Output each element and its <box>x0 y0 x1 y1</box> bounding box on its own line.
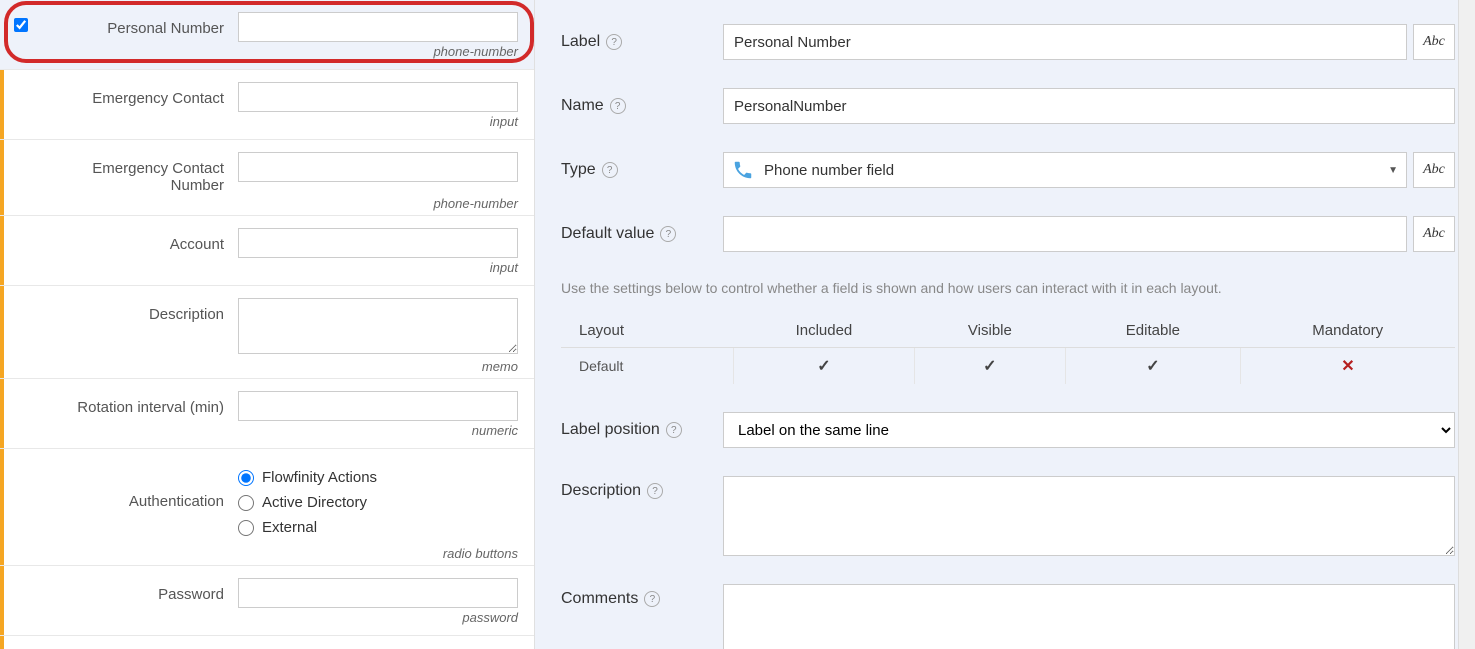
field-label: Personal Number <box>38 12 238 37</box>
radio-label: Active Directory <box>262 494 367 511</box>
field-row[interactable]: Rotation interval (min) numeric <box>0 379 534 449</box>
form-fields-panel: Personal Numberphone-numberEmergency Con… <box>0 0 535 649</box>
field-label: Emergency Contact Number <box>38 152 238 194</box>
radio-label: External <box>262 519 317 536</box>
field-input[interactable] <box>238 228 518 258</box>
help-icon[interactable]: ? <box>644 591 660 607</box>
prop-row-name: Name ? <box>561 88 1455 124</box>
label-input[interactable] <box>723 24 1407 60</box>
help-icon[interactable]: ? <box>602 162 618 178</box>
phone-icon <box>732 159 754 181</box>
abc-button[interactable]: Abc <box>1413 24 1455 60</box>
abc-button[interactable]: Abc <box>1413 152 1455 188</box>
radio-option[interactable]: Flowfinity Actions <box>238 465 518 490</box>
prop-row-comments: Comments ? <box>561 584 1455 649</box>
help-icon[interactable]: ? <box>666 422 682 438</box>
field-row[interactable]: Password password <box>0 566 534 636</box>
prop-row-label: Label ? Abc <box>561 24 1455 60</box>
field-label: Emergency Contact <box>38 82 238 107</box>
radio-input[interactable] <box>238 520 254 536</box>
help-icon[interactable]: ? <box>610 98 626 114</box>
field-row[interactable]: Personal Number phone-number <box>0 0 534 70</box>
field-input[interactable] <box>238 82 518 112</box>
radio-label: Flowfinity Actions <box>262 469 377 486</box>
table-row[interactable]: Default ✓ ✓ ✓ ✕ <box>561 348 1455 385</box>
field-input[interactable] <box>238 391 518 421</box>
prop-label-description: Description ? <box>561 476 723 500</box>
check-icon: ✓ <box>983 358 996 375</box>
field-type-hint: radio buttons <box>6 546 528 561</box>
col-included: Included <box>733 314 914 348</box>
description-textarea[interactable] <box>723 476 1455 556</box>
layout-table: Layout Included Visible Editable Mandato… <box>561 314 1455 384</box>
field-type-hint: input <box>6 260 528 275</box>
type-select[interactable]: Phone number field ▼ <box>723 152 1407 188</box>
prop-label-name: Name ? <box>561 97 723 115</box>
help-icon[interactable]: ? <box>660 226 676 242</box>
x-icon: ✕ <box>1341 358 1354 375</box>
prop-row-default: Default value ? Abc <box>561 216 1455 252</box>
help-icon[interactable]: ? <box>647 483 663 499</box>
prop-label-comments: Comments ? <box>561 584 723 608</box>
layout-cell-editable[interactable]: ✓ <box>1065 348 1240 385</box>
field-row[interactable]: Description memo <box>0 286 534 379</box>
field-row[interactable]: Emergency Contact Number phone-number <box>0 140 534 216</box>
field-select-checkbox[interactable] <box>14 18 28 32</box>
type-select-text: Phone number field <box>764 162 1378 179</box>
field-input[interactable] <box>238 152 518 182</box>
name-input[interactable] <box>723 88 1455 124</box>
radio-input[interactable] <box>238 470 254 486</box>
field-type-hint: phone-number <box>6 44 528 59</box>
field-type-hint: password <box>6 610 528 625</box>
col-layout: Layout <box>561 314 733 348</box>
check-icon: ✓ <box>817 358 830 375</box>
field-type-hint: input <box>6 114 528 129</box>
field-label: Authentication <box>38 461 238 510</box>
radio-option[interactable]: Active Directory <box>238 490 518 515</box>
prop-label-default: Default value ? <box>561 225 723 243</box>
layout-cell-included[interactable]: ✓ <box>733 348 914 385</box>
field-row[interactable]: Emergency Contact input <box>0 70 534 140</box>
field-label: Account <box>38 228 238 253</box>
field-input[interactable] <box>238 578 518 608</box>
field-input[interactable] <box>238 12 518 42</box>
field-row[interactable]: Authentication Flowfinity Actions Active D… <box>0 449 534 566</box>
radio-input[interactable] <box>238 495 254 511</box>
field-type-hint: phone-number <box>6 196 528 211</box>
help-icon[interactable]: ? <box>606 34 622 50</box>
check-icon: ✓ <box>1146 358 1159 375</box>
prop-row-labelpos: Label position ? Label on the same line <box>561 412 1455 448</box>
abc-button[interactable]: Abc <box>1413 216 1455 252</box>
prop-label-type: Type ? <box>561 161 723 179</box>
field-type-hint: numeric <box>6 423 528 438</box>
chevron-down-icon: ▼ <box>1388 165 1398 176</box>
field-label: Rotation interval (min) <box>38 391 238 416</box>
field-textarea[interactable] <box>238 298 518 354</box>
prop-row-type: Type ? Phone number field ▼ Abc <box>561 152 1455 188</box>
field-type-hint: memo <box>6 359 528 374</box>
prop-label-labelpos: Label position ? <box>561 421 723 439</box>
default-value-input[interactable] <box>723 216 1407 252</box>
field-properties-panel: Label ? Abc Name ? Type ? Phone number f… <box>535 0 1475 649</box>
prop-row-description: Description ? <box>561 476 1455 556</box>
layout-name: Default <box>561 348 733 385</box>
prop-label-label: Label ? <box>561 33 723 51</box>
comments-textarea[interactable] <box>723 584 1455 649</box>
col-mandatory: Mandatory <box>1240 314 1455 348</box>
field-label: Password <box>38 578 238 603</box>
field-label: Description <box>38 298 238 323</box>
col-editable: Editable <box>1065 314 1240 348</box>
layout-cell-visible[interactable]: ✓ <box>914 348 1065 385</box>
layout-cell-mandatory[interactable]: ✕ <box>1240 348 1455 385</box>
radio-option[interactable]: External <box>238 515 518 540</box>
layout-info-text: Use the settings below to control whethe… <box>561 280 1455 296</box>
field-row[interactable]: Account input <box>0 216 534 286</box>
label-position-select[interactable]: Label on the same line <box>723 412 1455 448</box>
col-visible: Visible <box>914 314 1065 348</box>
scrollbar[interactable] <box>1458 0 1475 649</box>
